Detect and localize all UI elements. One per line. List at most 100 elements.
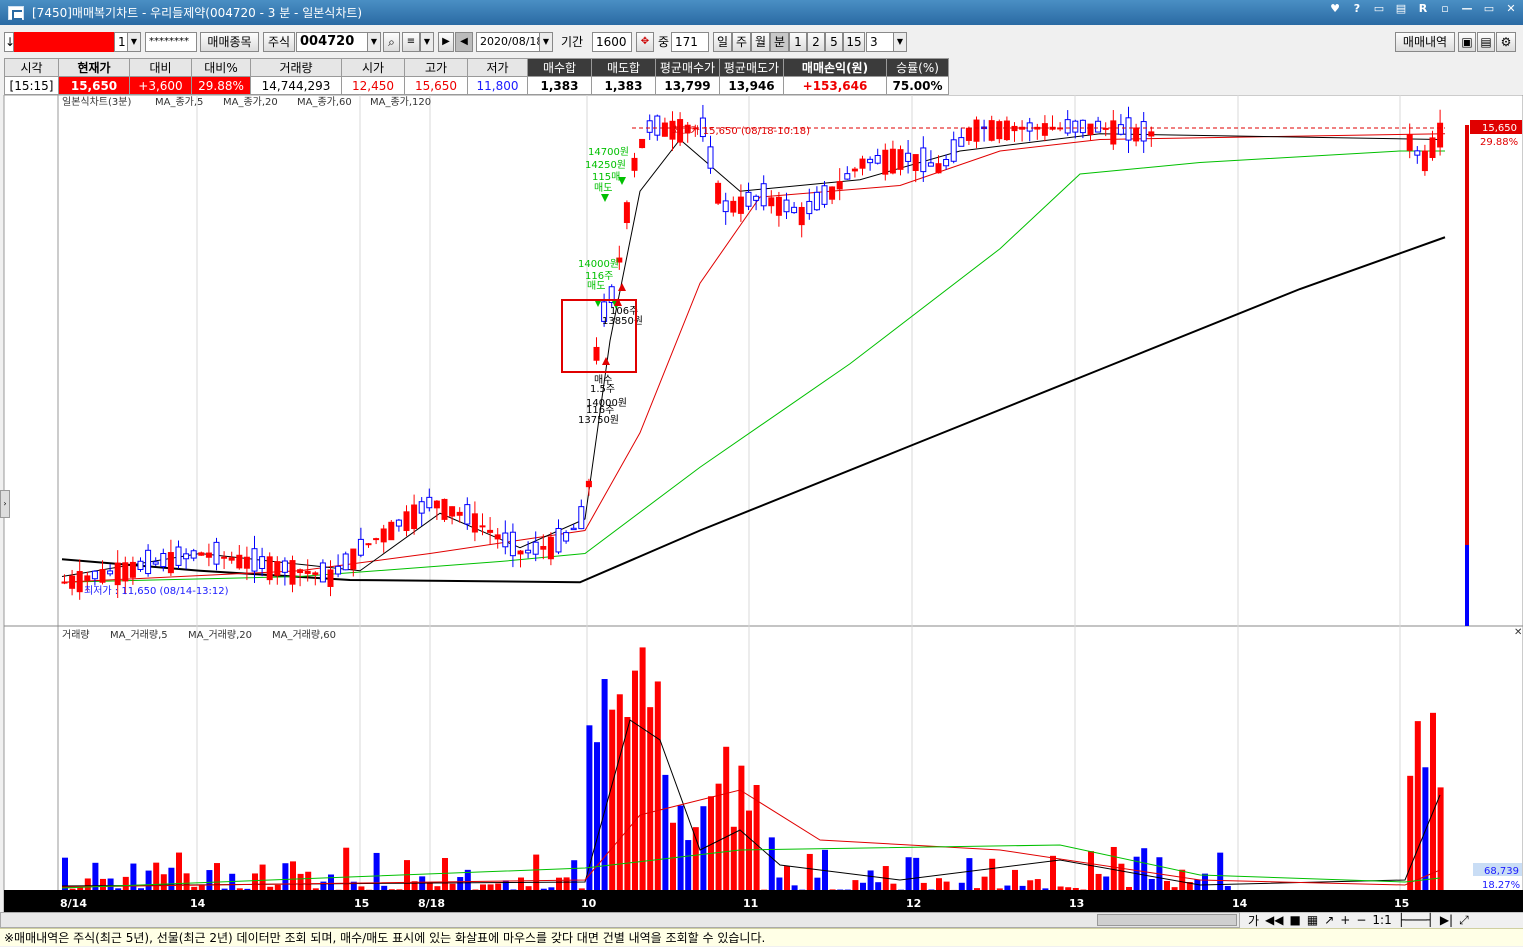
candle — [389, 522, 394, 539]
stop-icon[interactable]: ■ — [1290, 913, 1301, 927]
volume-bar — [1111, 847, 1117, 890]
candle — [883, 150, 888, 174]
list-dropdown-icon[interactable]: ▼ — [420, 32, 434, 52]
volume-bar — [769, 837, 775, 890]
candle — [108, 571, 113, 574]
period-input[interactable]: 1600 — [592, 32, 632, 52]
search-icon[interactable]: ⌕ — [383, 32, 400, 52]
zoom-out-icon[interactable]: − — [1356, 913, 1366, 927]
candle — [366, 544, 371, 545]
chart-area[interactable]: 14700원14250원115매매도14000원116주매도106주13850원… — [0, 95, 1523, 915]
x-axis-label: 8/14 — [60, 897, 87, 910]
minimize-icon[interactable]: — — [1459, 2, 1475, 15]
account-dropdown-icon[interactable]: ▼ — [127, 32, 141, 52]
candle — [1096, 121, 1101, 132]
volume-bar — [852, 880, 858, 890]
value-time: [15:15] — [5, 77, 59, 95]
trade-history-button[interactable]: 매매내역 — [1395, 32, 1455, 52]
volume-bar — [716, 784, 722, 890]
candle — [328, 570, 333, 587]
date-input[interactable]: 2020/08/18 — [476, 32, 540, 52]
chart-type-icon[interactable]: ↗ — [1324, 913, 1334, 927]
date-dropdown-icon[interactable]: ▼ — [539, 32, 553, 52]
volume-legend: 거래량 — [62, 629, 90, 641]
volume-bar — [1202, 874, 1208, 890]
header-volume: 거래량 — [251, 59, 342, 77]
link-icon[interactable]: ▭ — [1371, 2, 1387, 15]
save-icon[interactable]: ▤ — [1477, 32, 1495, 52]
volume-bar — [222, 889, 228, 890]
horizontal-scrollbar[interactable] — [0, 912, 1240, 928]
list-icon[interactable]: ≡ — [402, 32, 420, 52]
candle — [434, 501, 439, 508]
password-field[interactable]: ******** — [145, 32, 197, 52]
help-icon[interactable]: ? — [1349, 2, 1365, 15]
reset-icon[interactable]: R — [1415, 2, 1431, 15]
trade-items-button[interactable]: 매매종목 — [200, 32, 259, 52]
account-number-field[interactable] — [14, 32, 114, 52]
volume-bar — [670, 823, 676, 890]
close-icon[interactable]: ✕ — [1503, 2, 1519, 15]
unit-1-button[interactable]: 1 — [789, 32, 807, 52]
header-change-pct: 대비% — [192, 59, 251, 77]
zoom-slider[interactable]: ├───┤ — [1398, 913, 1434, 927]
volume-bar — [389, 889, 395, 890]
header-win-rate: 승률(%) — [887, 59, 949, 77]
unit-week-button[interactable]: 주 — [732, 32, 751, 52]
window-title: [7450]매매복기차트 - 우리들제약(004720 - 3 분 - 일본식차… — [32, 4, 362, 21]
volume-bar — [693, 827, 699, 890]
rewind-icon[interactable]: ◀◀ — [1265, 913, 1283, 927]
table-icon[interactable]: ▦ — [1307, 913, 1318, 927]
volume-pct-tag: 18.27% — [1482, 880, 1520, 891]
volume-bar — [260, 865, 266, 890]
next-arrow-icon[interactable]: ▶ — [438, 32, 454, 52]
volume-bar — [267, 887, 273, 890]
candle — [427, 497, 432, 507]
settings-icon[interactable]: ⚙ — [1496, 32, 1516, 52]
folder-icon[interactable]: ▣ — [1458, 32, 1476, 52]
print-icon[interactable]: ▤ — [1393, 2, 1409, 15]
candle — [1118, 125, 1123, 135]
scroll-thumb[interactable] — [1097, 914, 1237, 926]
move-icon[interactable]: ✥ — [636, 32, 654, 52]
candle — [716, 183, 721, 203]
code-dropdown-icon[interactable]: ▼ — [367, 32, 381, 52]
pin-icon[interactable]: ▫ — [1437, 2, 1453, 15]
account-suffix[interactable]: 1 — [114, 32, 128, 52]
candle — [662, 123, 667, 136]
stock-code-input[interactable]: 004720 — [296, 32, 368, 52]
volume-bar — [655, 681, 661, 890]
ratio-label[interactable]: 1:1 — [1372, 913, 1391, 927]
candle — [381, 529, 386, 542]
unit-2-button[interactable]: 2 — [807, 32, 825, 52]
favorite-icon[interactable]: ♥ — [1327, 2, 1343, 15]
volume-bar — [100, 879, 106, 890]
side-panel-toggle[interactable]: › — [0, 490, 10, 518]
qty-input[interactable]: 171 — [671, 32, 709, 52]
maximize-icon[interactable]: ▭ — [1481, 2, 1497, 15]
expand-icon[interactable]: ⤢ — [1459, 913, 1469, 928]
unit-dropdown-icon[interactable]: ▼ — [893, 32, 907, 52]
market-selector[interactable]: 주식 — [263, 32, 295, 52]
unit-5-button[interactable]: 5 — [825, 32, 843, 52]
unit-value-input[interactable]: 3 — [866, 32, 894, 52]
go-end-icon[interactable]: ▶| — [1440, 913, 1453, 927]
value-pnl: +153,646 — [784, 77, 887, 95]
unit-minute-button[interactable]: 분 — [770, 32, 789, 52]
text-tool-icon[interactable]: 가 — [1248, 912, 1259, 929]
pane-close-icon[interactable]: ✕ — [1514, 627, 1522, 638]
volume-bar — [161, 874, 167, 890]
unit-day-button[interactable]: 일 — [713, 32, 732, 52]
header-high: 고가 — [405, 59, 468, 77]
unit-month-button[interactable]: 월 — [751, 32, 770, 52]
unit-15-button[interactable]: 15 — [843, 32, 865, 52]
candle — [784, 200, 789, 212]
prev-arrow-icon[interactable]: ◀ — [455, 32, 473, 52]
arrow-down-icon[interactable]: ↓ — [4, 32, 14, 52]
candle — [1073, 121, 1078, 132]
volume-bar — [906, 857, 912, 890]
zoom-in-icon[interactable]: + — [1340, 913, 1350, 927]
volume-bar — [1415, 721, 1421, 890]
candle — [206, 553, 211, 557]
volume-bar — [974, 888, 980, 890]
